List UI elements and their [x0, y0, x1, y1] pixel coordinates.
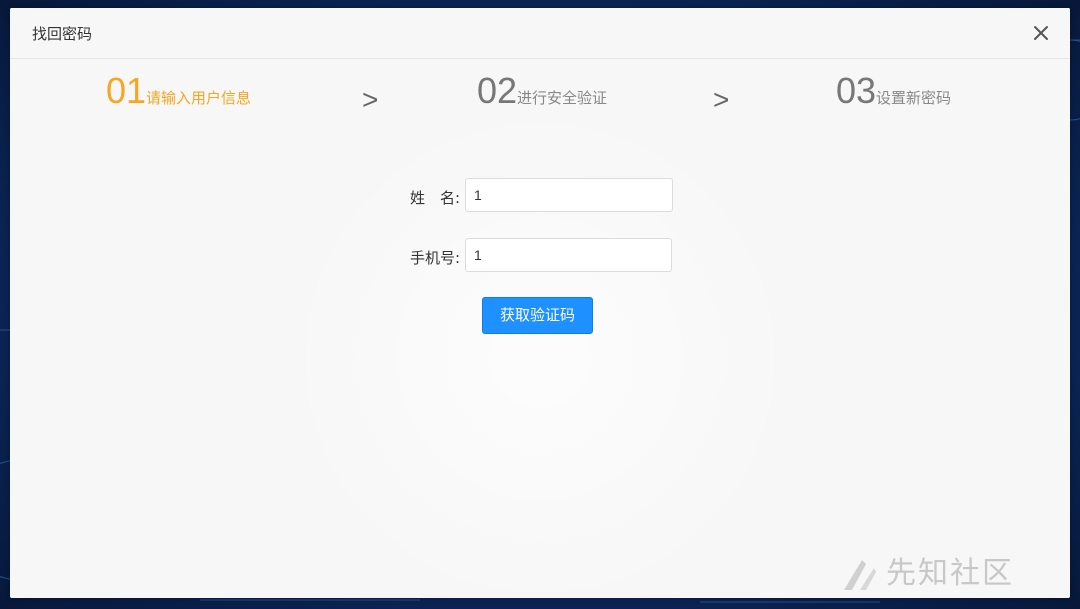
dialog-title: 找回密码 [32, 25, 93, 43]
community-watermark: 先知社区 [840, 548, 1014, 592]
step-1: 01请输入用户信息 [106, 70, 251, 112]
step-separator-2: > [713, 84, 730, 115]
step-1-number: 01 [106, 70, 147, 111]
step-2-label: 进行安全验证 [517, 89, 608, 107]
dialog-header: 找回密码 [10, 8, 1070, 59]
phone-input[interactable] [465, 238, 672, 272]
step-3-number: 03 [836, 70, 877, 111]
dialog-background-glow [280, 98, 800, 598]
name-label: 姓 名: [409, 189, 460, 207]
name-input[interactable] [465, 178, 673, 212]
step-1-label: 请输入用户信息 [146, 89, 252, 107]
watermark-logo-icon [844, 559, 876, 590]
watermark-text: 先知社区 [886, 556, 1014, 591]
phone-row: 手机号: [350, 238, 460, 276]
step-indicator: 01请输入用户信息 > 02进行安全验证 > 03设置新密码 [10, 70, 1070, 130]
step-separator-1: > [362, 84, 379, 115]
step-2-number: 02 [477, 70, 518, 111]
password-recovery-dialog: 找回密码 01请输入用户信息 > 02进行安全验证 > 03设置新密码 姓 名:… [10, 8, 1070, 598]
step-3-label: 设置新密码 [876, 89, 952, 107]
step-3: 03设置新密码 [836, 70, 951, 112]
name-row: 姓 名: [350, 178, 460, 216]
step-2: 02进行安全验证 [477, 70, 607, 112]
close-icon[interactable] [1030, 22, 1052, 44]
phone-label: 手机号: [409, 249, 460, 267]
get-verification-code-button[interactable]: 获取验证码 [482, 297, 593, 334]
